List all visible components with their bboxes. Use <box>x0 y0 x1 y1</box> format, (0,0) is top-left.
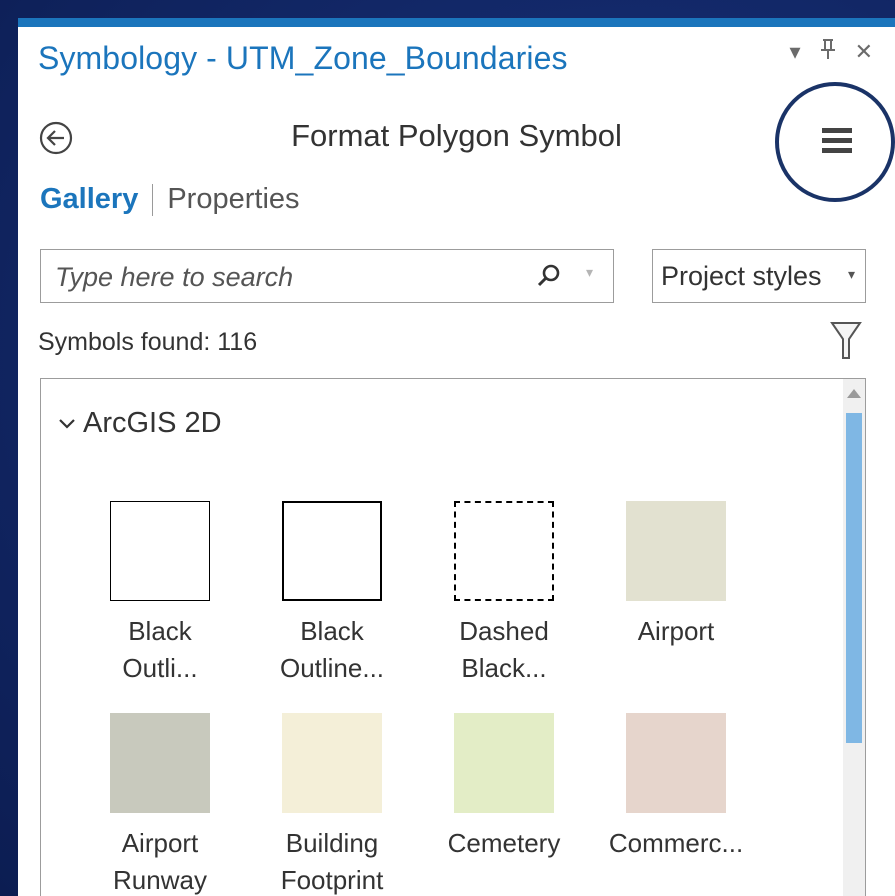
hamburger-menu-icon <box>822 128 852 153</box>
pane-options-dropdown-icon[interactable]: ▾ <box>790 40 801 63</box>
tab-divider <box>152 183 154 216</box>
tab-gallery[interactable]: Gallery <box>40 183 138 216</box>
symbol-item[interactable]: Black Outli... <box>85 501 235 687</box>
symbol-item[interactable]: Airport <box>601 501 751 650</box>
tab-properties[interactable]: Properties <box>167 183 299 216</box>
symbols-found-count: Symbols found: 116 <box>38 328 258 356</box>
symbol-label: Airport <box>637 616 715 646</box>
search-options-chevron-down-icon[interactable]: ▾ <box>586 264 593 281</box>
symbology-pane: Symbology - UTM_Zone_Boundaries ▾ ✕ Form… <box>18 18 895 896</box>
symbol-label: Cemetery <box>447 828 561 858</box>
symbol-label: Airport Runway <box>113 828 207 895</box>
nav-row: Format Polygon Symbol <box>18 110 895 170</box>
chevron-down-icon <box>59 418 75 429</box>
group-title: ArcGIS 2D <box>83 407 222 439</box>
symbol-swatch <box>626 501 726 601</box>
scrollbar[interactable] <box>843 379 865 896</box>
symbol-swatch <box>110 713 210 813</box>
symbol-item[interactable]: Dashed Black... <box>429 501 579 687</box>
pane-title-controls: ▾ ✕ <box>790 38 873 65</box>
symbol-gallery: ArcGIS 2D Black Outli... Black Outline...… <box>40 378 866 896</box>
group-header[interactable]: ArcGIS 2D <box>57 407 222 440</box>
symbol-label: Building Footprint <box>280 828 384 895</box>
chevron-down-icon: ▾ <box>847 266 855 282</box>
project-styles-dropdown[interactable]: Project styles ▾ <box>652 249 866 303</box>
symbol-item[interactable]: Commerc... <box>601 713 751 862</box>
symbol-swatch <box>454 713 554 813</box>
format-symbol-title: Format Polygon Symbol <box>291 118 622 153</box>
pane-accent-bar <box>18 18 895 27</box>
symbol-swatch <box>626 713 726 813</box>
filter-icon <box>830 322 862 359</box>
project-styles-value: Project styles <box>661 260 822 291</box>
symbol-swatch <box>282 713 382 813</box>
tab-bar: Gallery Properties <box>40 183 300 216</box>
close-icon[interactable]: ✕ <box>855 40 873 63</box>
pane-title: Symbology - UTM_Zone_Boundaries <box>38 40 568 76</box>
symbol-label: Commerc... <box>608 828 744 858</box>
symbol-label: Dashed Black... <box>459 616 549 683</box>
pin-icon[interactable] <box>819 38 837 65</box>
scroll-up-arrow-icon[interactable] <box>847 389 861 398</box>
symbol-label: Black Outli... <box>122 616 198 683</box>
filter-button[interactable] <box>830 321 862 361</box>
symbol-swatch <box>282 501 382 601</box>
search-box: ▾ <box>40 249 614 303</box>
symbol-label: Black Outline... <box>279 616 385 683</box>
symbol-swatch <box>110 501 210 601</box>
scrollbar-thumb[interactable] <box>846 413 862 743</box>
symbol-item[interactable]: Airport Runway <box>85 713 235 896</box>
search-icon <box>537 264 560 287</box>
symbol-swatch <box>454 501 554 601</box>
symbol-item[interactable]: Black Outline... <box>257 501 407 687</box>
symbol-item[interactable]: Cemetery <box>429 713 579 862</box>
search-input[interactable] <box>53 260 507 294</box>
menu-button[interactable] <box>820 124 854 158</box>
search-button[interactable] <box>535 262 563 290</box>
symbol-item[interactable]: Building Footprint <box>257 713 407 896</box>
